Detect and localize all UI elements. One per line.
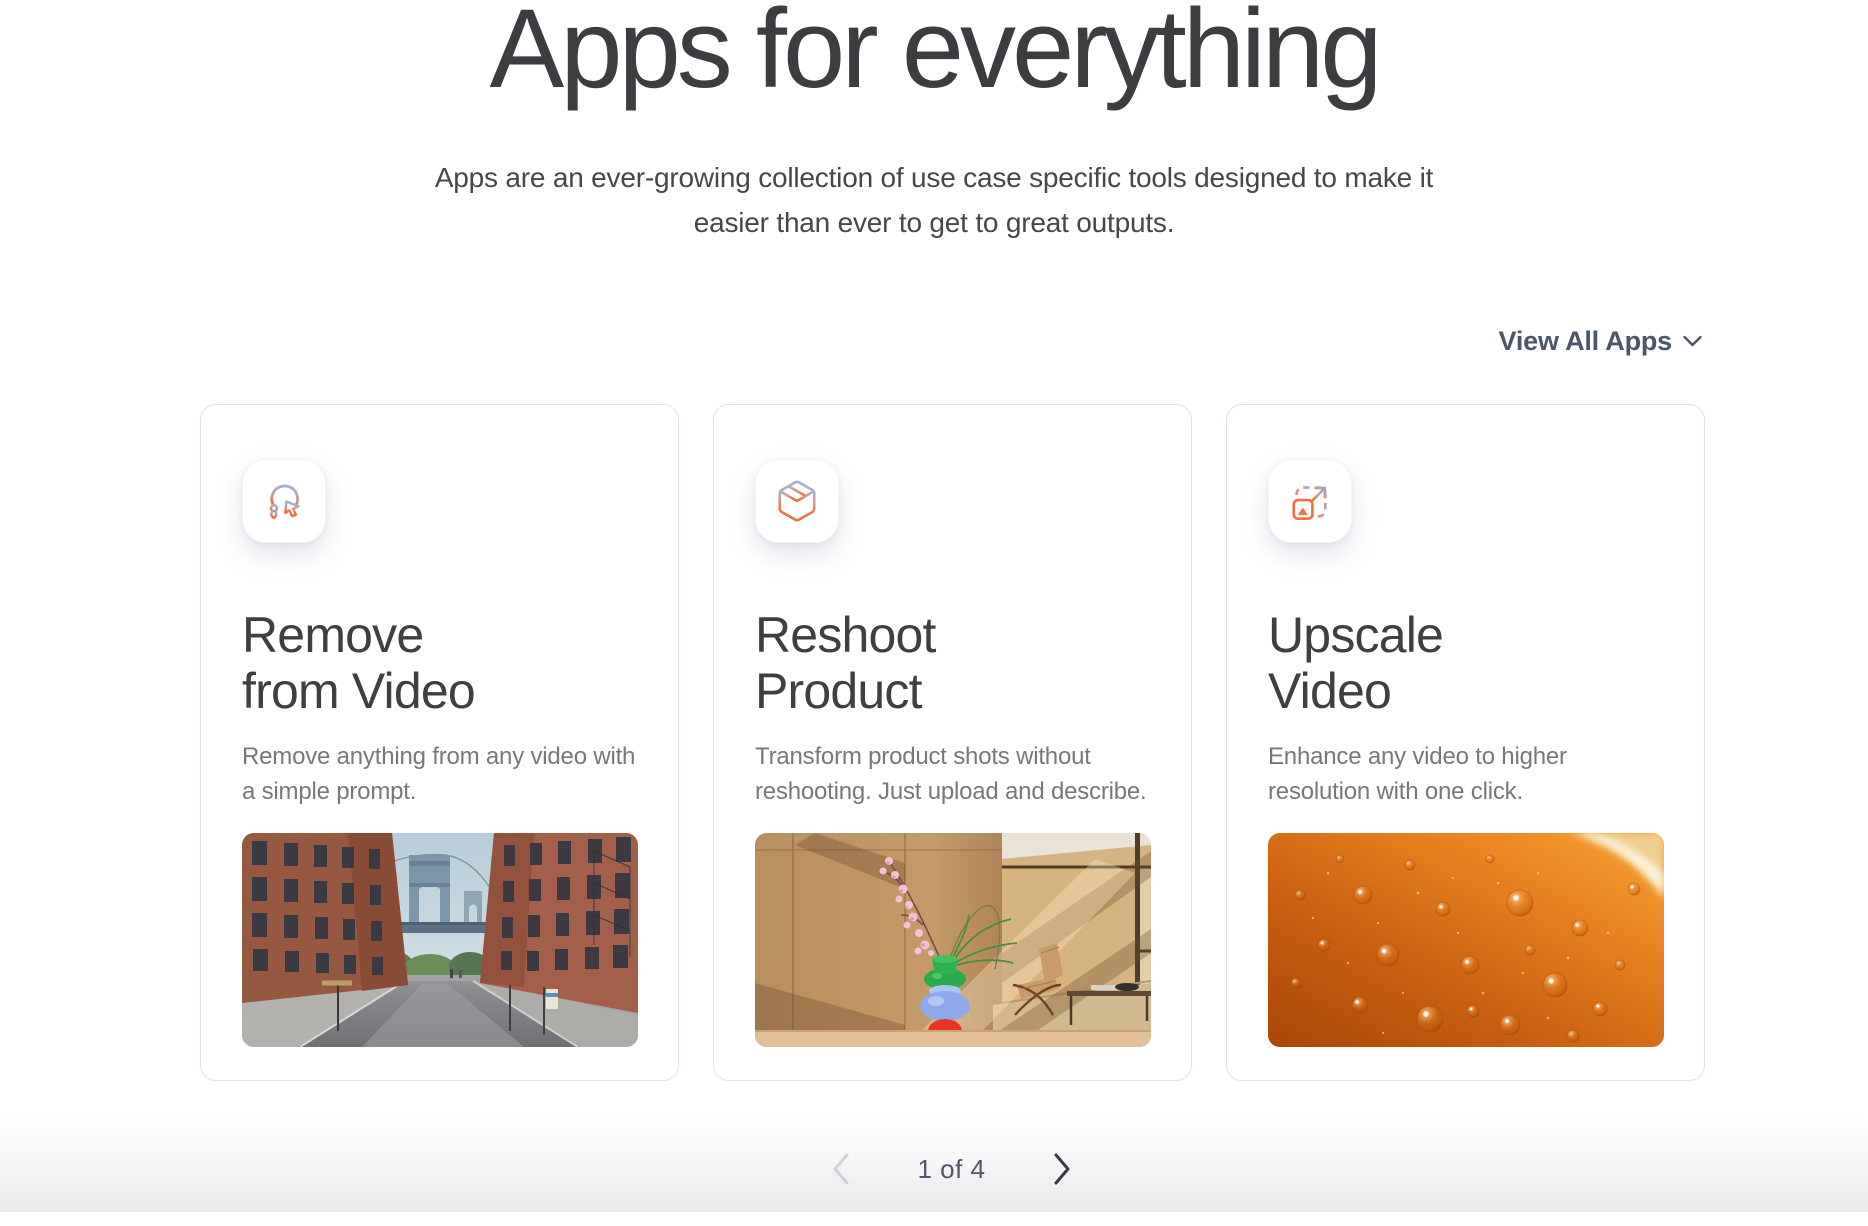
upscale-expand-image-icon [1287, 478, 1333, 524]
subtitle-line: easier than ever to get to great outputs… [0, 200, 1868, 245]
street-bridge-preview-image [242, 833, 638, 1047]
apps-cards-row: Remove from Video Remove anything from a… [200, 404, 1703, 1081]
lasso-cursor-icon [261, 478, 307, 524]
carousel-pagination: 1 of 4 [200, 1151, 1703, 1187]
page-indicator: 1 of 4 [917, 1154, 985, 1185]
chevron-down-icon [1682, 334, 1703, 348]
section-title: Apps for everything [0, 0, 1868, 111]
app-icon-badge [1268, 459, 1352, 543]
package-box-icon [774, 478, 820, 524]
chevron-left-icon [831, 1152, 851, 1186]
view-all-apps-link[interactable]: View All Apps [1499, 326, 1703, 357]
chevron-right-icon [1052, 1152, 1072, 1186]
card-title: Remove from Video [242, 607, 638, 719]
card-description: Remove anything from any video with a si… [242, 739, 638, 809]
card-reshoot-product[interactable]: Reshoot Product Transform product shots … [713, 404, 1192, 1081]
app-icon-badge [242, 459, 326, 543]
next-page-button[interactable] [1044, 1152, 1080, 1186]
apps-for-everything-section: Apps for everything Apps are an ever-gro… [0, 0, 1868, 1187]
card-title: Upscale Video [1268, 607, 1664, 719]
card-remove-from-video[interactable]: Remove from Video Remove anything from a… [200, 404, 679, 1081]
view-all-apps-label: View All Apps [1499, 326, 1672, 357]
card-description: Transform product shots without reshooti… [755, 739, 1151, 809]
card-title: Reshoot Product [755, 607, 1151, 719]
card-upscale-video[interactable]: Upscale Video Enhance any video to highe… [1226, 404, 1705, 1081]
app-icon-badge [755, 459, 839, 543]
card-description: Enhance any video to higher resolution w… [1268, 739, 1664, 809]
orange-macro-preview-image [1268, 833, 1664, 1047]
previous-page-button[interactable] [823, 1152, 859, 1186]
vase-interior-preview-image [755, 833, 1151, 1047]
section-subtitle: Apps are an ever-growing collection of u… [0, 155, 1868, 245]
subtitle-line: Apps are an ever-growing collection of u… [0, 155, 1868, 200]
